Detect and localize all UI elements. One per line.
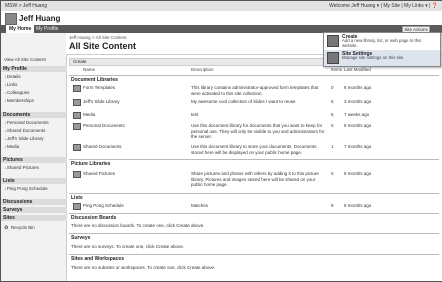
user-avatar-icon (5, 13, 17, 25)
nav-item-memberships[interactable]: Memberships (5, 98, 34, 103)
create-icon (327, 35, 339, 47)
divider (69, 159, 439, 160)
section-surveys: Surveys (71, 235, 91, 241)
menu-item-create[interactable]: Create Add a new library, list, or web p… (324, 33, 440, 49)
row-items: 9 (331, 203, 334, 208)
row-name[interactable]: Shared Documents (83, 144, 122, 149)
list-icon (73, 203, 81, 210)
section-lists: Lists (71, 195, 83, 201)
nav-item-personal-documents[interactable]: Personal Documents (5, 120, 49, 125)
nav-item-slide-library[interactable]: Jeff's Slide Library (5, 136, 44, 141)
site-actions-menu: Create Add a new library, list, or web p… (323, 32, 441, 67)
row-items: 1 (331, 144, 334, 149)
nav-heading-discussions[interactable]: Discussions (1, 199, 67, 205)
tab-my-home[interactable]: My Home (6, 25, 35, 33)
col-description: Description (191, 67, 214, 72)
create-button[interactable]: Create (73, 59, 87, 65)
nav-heading-pictures[interactable]: Pictures (1, 157, 67, 163)
tab-my-profile[interactable]: My Profile (33, 25, 61, 33)
row-modified: 8 months ago (344, 171, 372, 176)
row-description: test (191, 112, 199, 117)
slide-library-icon (73, 99, 81, 106)
nav-item-shared-pictures[interactable]: Shared Pictures (5, 165, 39, 170)
page-breadcrumb[interactable]: Jeff Huang > All Site Content (69, 35, 127, 40)
nav-item-colleagues[interactable]: Colleagues (5, 90, 30, 95)
view-all-content-link[interactable]: View All Site Content (4, 57, 46, 62)
row-items: 5 (331, 112, 334, 117)
nav-heading-sites[interactable]: Sites (1, 215, 67, 221)
row-modified: 7 weeks ago (344, 112, 370, 117)
row-description: Use this document library for documents … (191, 123, 325, 139)
empty-note-surveys: There are no surveys. To create one, cli… (71, 244, 184, 249)
document-library-icon (73, 144, 81, 151)
divider (69, 213, 439, 214)
row-description: Share pictures and photos with others by… (191, 171, 319, 187)
section-picture-libraries: Picture Libraries (71, 161, 111, 167)
menu-item-description: Manage site settings on this site. (342, 55, 405, 60)
nav-item-links[interactable]: Links (5, 82, 18, 87)
nav-heading-surveys[interactable]: Surveys (1, 207, 67, 213)
nav-item-media[interactable]: Media (5, 144, 19, 149)
top-right-links[interactable]: Welcome Jeff Huang ▾ | My Site | My Link… (329, 3, 438, 9)
left-navigation: View All Site Content My Profile Details… (1, 33, 67, 281)
document-library-icon (73, 112, 81, 119)
row-description: My awesome cool collection of slides I w… (191, 99, 296, 104)
nav-item-details[interactable]: Details (5, 74, 21, 79)
divider (69, 233, 439, 234)
document-library-icon (73, 123, 81, 130)
section-discussion-boards: Discussion Boards (71, 215, 117, 221)
site-header: Jeff Huang (1, 11, 442, 25)
browser-window: MSW > Jeff Huang Welcome Jeff Huang ▾ | … (0, 0, 442, 282)
row-modified: 8 months ago (344, 123, 372, 128)
col-items: Items (331, 67, 343, 72)
document-library-icon (73, 85, 81, 92)
row-name[interactable]: Shared Pictures (83, 171, 115, 176)
row-modified: 8 months ago (344, 203, 372, 208)
row-name[interactable]: Ping Pong Schedule (83, 203, 124, 208)
column-headers: Name Description Items Last Modified (69, 67, 439, 73)
row-description: Use this document library to store your … (191, 144, 317, 155)
site-title[interactable]: Jeff Huang (19, 14, 60, 23)
row-items: 0 (331, 85, 334, 90)
col-last-modified: Last Modified (344, 67, 371, 72)
section-sites-and-workspaces: Sites and Workspaces (71, 256, 124, 262)
row-description: Matches (191, 203, 209, 208)
nav-heading-documents[interactable]: Documents (1, 112, 67, 118)
list-toolbar: Create (69, 58, 327, 66)
menu-item-site-settings[interactable]: Site Settings Manage site settings on th… (324, 50, 440, 66)
row-modified: 8 months ago (344, 85, 372, 90)
row-items: 0 (331, 171, 334, 176)
row-name[interactable]: Media (83, 112, 95, 117)
row-description: This library contains administrator-appr… (191, 85, 319, 96)
global-breadcrumb[interactable]: MSW > Jeff Huang (5, 3, 47, 9)
row-modified: 7 months ago (344, 144, 372, 149)
section-document-libraries: Document Libraries (71, 77, 118, 83)
nav-item-shared-documents[interactable]: Shared Documents (5, 128, 46, 133)
menu-item-description: Add a new library, list, or web page to … (342, 38, 422, 48)
picture-library-icon (73, 171, 81, 178)
row-items: 0 (331, 123, 334, 128)
recycle-bin-link[interactable]: Recycle Bin (11, 225, 35, 230)
nav-heading-lists[interactable]: Lists (1, 178, 67, 184)
row-name[interactable]: Jeff's Slide Library (83, 99, 120, 104)
row-name[interactable]: Form Templates (83, 85, 115, 90)
row-modified: 3 months ago (344, 99, 372, 104)
nav-item-ping-pong[interactable]: Ping Pong Schedule (5, 186, 48, 191)
col-name[interactable]: Name (83, 67, 95, 72)
row-name[interactable]: Personal Documents (83, 123, 125, 128)
settings-icon (327, 52, 339, 64)
recycle-bin-icon: ♻ (4, 225, 9, 231)
divider (69, 254, 439, 255)
divider (69, 193, 439, 194)
divider (69, 75, 439, 76)
row-items: 5 (331, 99, 334, 104)
empty-note-discussions: There are no discussion boards. To creat… (71, 223, 205, 228)
empty-note-sites: There are no subsites or workspaces. To … (71, 265, 216, 270)
page-title: All Site Content (69, 41, 136, 51)
nav-heading-my-profile[interactable]: My Profile (1, 66, 67, 72)
